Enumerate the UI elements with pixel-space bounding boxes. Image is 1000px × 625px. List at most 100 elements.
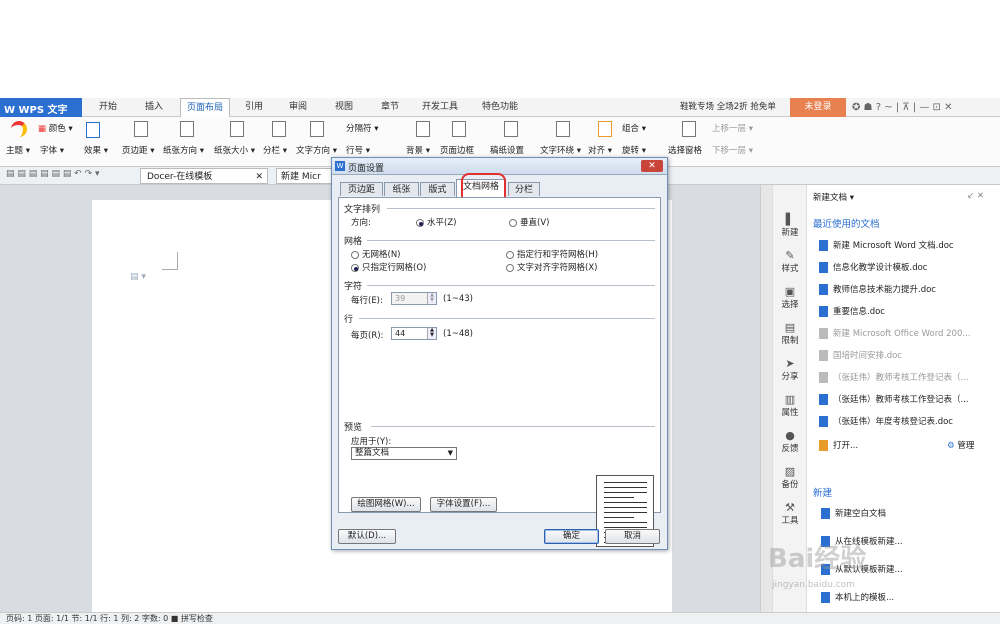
- sidebar-tool-2[interactable]: ▣ 选择: [773, 285, 807, 310]
- task-pane-controls[interactable]: ↙ ✕: [967, 191, 984, 201]
- align-button[interactable]: 对齐 ▾: [588, 144, 612, 156]
- effect-icon[interactable]: [86, 122, 100, 141]
- sidebar-tool-8[interactable]: ⚒ 工具: [773, 501, 807, 526]
- dialog-tab-0[interactable]: 页边距: [340, 182, 383, 196]
- recent-doc-item[interactable]: 信息化教学设计模板.doc: [819, 261, 927, 273]
- wrap-button[interactable]: 文字环绕 ▾: [540, 144, 581, 156]
- ok-button[interactable]: 确定: [544, 529, 599, 544]
- window-controls[interactable]: ✪ ☗ ? ~ | ⊼ | — ⊡ ✕: [852, 98, 1000, 117]
- paper-settings-icon[interactable]: [500, 121, 522, 140]
- quick-access-icons[interactable]: ▤ ▤ ▤ ▤ ▤ ▤ ↶ ↷ ▾: [6, 169, 100, 179]
- tab-0[interactable]: 开始: [88, 98, 128, 117]
- tab-5[interactable]: 视图: [326, 98, 362, 117]
- lines-only-grid-radio[interactable]: 只指定行网格(O): [351, 261, 426, 273]
- spinner-arrows-icon[interactable]: ▲ ▼: [427, 328, 436, 339]
- preview-line: [604, 517, 634, 518]
- tab-4[interactable]: 审阅: [280, 98, 316, 117]
- font-button[interactable]: 字体 ▾: [40, 144, 64, 156]
- line-number-button[interactable]: 行号 ▾: [346, 144, 370, 156]
- new-doc-item[interactable]: 本机上的模板...: [821, 591, 894, 603]
- recent-doc-item[interactable]: 教师信息技术能力提升.doc: [819, 283, 936, 295]
- document-icon: [819, 372, 828, 383]
- recent-doc-item[interactable]: 国培时间安排.doc: [819, 349, 902, 361]
- tab-2[interactable]: 页面布局: [180, 98, 230, 117]
- no-grid-radio[interactable]: 无网格(N): [351, 248, 401, 260]
- page-border-button[interactable]: 页面边框: [440, 144, 474, 156]
- rotate-button[interactable]: 旋转 ▾: [622, 144, 646, 156]
- breaks-button[interactable]: 分隔符 ▾: [346, 122, 378, 134]
- bring-forward-button[interactable]: 上移一层 ▾: [712, 122, 753, 134]
- theme-button[interactable]: 主题 ▾: [6, 144, 30, 156]
- paper-settings-button[interactable]: 稿纸设置: [490, 144, 524, 156]
- sidebar-tool-7[interactable]: ▨ 备份: [773, 465, 807, 490]
- tab-3[interactable]: 引用: [236, 98, 272, 117]
- send-backward-button[interactable]: 下移一层 ▾: [712, 144, 753, 156]
- recent-doc-item[interactable]: 重要信息.doc: [819, 305, 885, 317]
- orientation-icon[interactable]: [176, 121, 198, 140]
- columns-button[interactable]: 分栏 ▾: [263, 144, 287, 156]
- selection-pane-button[interactable]: 选择窗格: [668, 144, 702, 156]
- horizontal-radio[interactable]: 水平(Z): [416, 216, 456, 228]
- orientation-button[interactable]: 纸张方向 ▾: [163, 144, 204, 156]
- dialog-tab-1[interactable]: 纸张: [384, 182, 419, 196]
- group-button[interactable]: 组合 ▾: [622, 122, 646, 134]
- size-button[interactable]: 纸张大小 ▾: [214, 144, 255, 156]
- size-icon[interactable]: [226, 121, 248, 140]
- effect-button[interactable]: 效果 ▾: [84, 144, 108, 156]
- login-button[interactable]: 未登录: [790, 98, 846, 117]
- task-pane-header[interactable]: 新建文档 ▾: [813, 191, 854, 203]
- lines-and-chars-grid-radio[interactable]: 指定行和字符网格(H): [506, 248, 598, 260]
- align-icon[interactable]: [594, 121, 616, 140]
- recent-doc-item[interactable]: 新建 Microsoft Word 文档.doc: [819, 239, 954, 251]
- snap-to-chars-radio[interactable]: 文字对齐字符网格(X): [506, 261, 597, 273]
- sidebar-tool-1[interactable]: ✎ 样式: [773, 249, 807, 274]
- page-border-icon[interactable]: [448, 121, 470, 140]
- tab-document[interactable]: 新建 Micr: [276, 168, 334, 184]
- sidebar-tool-4[interactable]: ➤ 分享: [773, 357, 807, 382]
- tab-6[interactable]: 章节: [372, 98, 408, 117]
- recent-doc-item[interactable]: 新建 Microsoft Office Word 200...: [819, 327, 970, 339]
- vertical-radio[interactable]: 垂直(V): [509, 216, 549, 228]
- dialog-close-button[interactable]: ✕: [641, 160, 663, 172]
- sidebar-tool-3[interactable]: ▤ 限制: [773, 321, 807, 346]
- recent-doc-item[interactable]: （张廷伟）教师考核工作登记表（...: [819, 393, 969, 405]
- lines-per-page-value: 44: [395, 329, 406, 338]
- sidebar-tool-0[interactable]: ▌ 新建: [773, 213, 807, 238]
- default-button[interactable]: 默认(D)...: [338, 529, 396, 544]
- manage-button[interactable]: ⚙ 管理: [947, 439, 974, 451]
- text-direction-icon[interactable]: [306, 121, 328, 140]
- apply-to-select[interactable]: 整篇文档 ▼: [351, 447, 457, 460]
- draw-grid-button[interactable]: 绘图网格(W)...: [351, 497, 421, 512]
- paste-options-icon[interactable]: ▤ ▾: [130, 272, 146, 282]
- lines-per-page-spinner[interactable]: 44 ▲ ▼: [391, 327, 437, 340]
- columns-icon[interactable]: [268, 121, 290, 140]
- dialog-tab-2[interactable]: 版式: [420, 182, 455, 196]
- recent-doc-item[interactable]: （张廷伟）年度考核登记表.doc: [819, 415, 953, 427]
- color-button[interactable]: ▦ 颜色 ▾: [38, 122, 73, 134]
- margins-button[interactable]: 页边距 ▾: [122, 144, 154, 156]
- tab-7[interactable]: 开发工具: [414, 98, 466, 117]
- wrap-icon[interactable]: [552, 121, 574, 140]
- wps-brand-button[interactable]: W WPS 文字: [0, 98, 82, 117]
- chars-per-line-spinner[interactable]: 39 ▲ ▼: [391, 292, 437, 305]
- text-direction-button[interactable]: 文字方向 ▾: [296, 144, 337, 156]
- cancel-button[interactable]: 取消: [605, 529, 660, 544]
- spinner-arrows-icon[interactable]: ▲ ▼: [427, 293, 436, 304]
- recent-doc-item[interactable]: （张廷伟）教师考核工作登记表（...: [819, 371, 969, 383]
- close-icon[interactable]: ✕: [255, 169, 263, 185]
- margins-icon[interactable]: [130, 121, 152, 140]
- promo-link[interactable]: 鞋靴专场 全场2折 抢免单: [680, 98, 790, 117]
- background-button[interactable]: 背景 ▾: [406, 144, 430, 156]
- theme-icon[interactable]: [8, 121, 30, 140]
- font-settings-button[interactable]: 字体设置(F)...: [430, 497, 497, 512]
- selection-pane-icon[interactable]: [678, 121, 700, 140]
- tab-8[interactable]: 特色功能: [472, 98, 528, 117]
- sidebar-tool-5[interactable]: ▥ 属性: [773, 393, 807, 418]
- tab-1[interactable]: 插入: [136, 98, 172, 117]
- new-doc-item[interactable]: 新建空白文档: [821, 507, 886, 519]
- open-button[interactable]: 打开...: [819, 439, 858, 451]
- background-icon[interactable]: [412, 121, 434, 140]
- tab-docer-templates[interactable]: Docer-在线模板 ✕: [140, 168, 268, 184]
- dialog-tab-4[interactable]: 分栏: [508, 182, 540, 196]
- sidebar-tool-6[interactable]: ● 反馈: [773, 429, 807, 454]
